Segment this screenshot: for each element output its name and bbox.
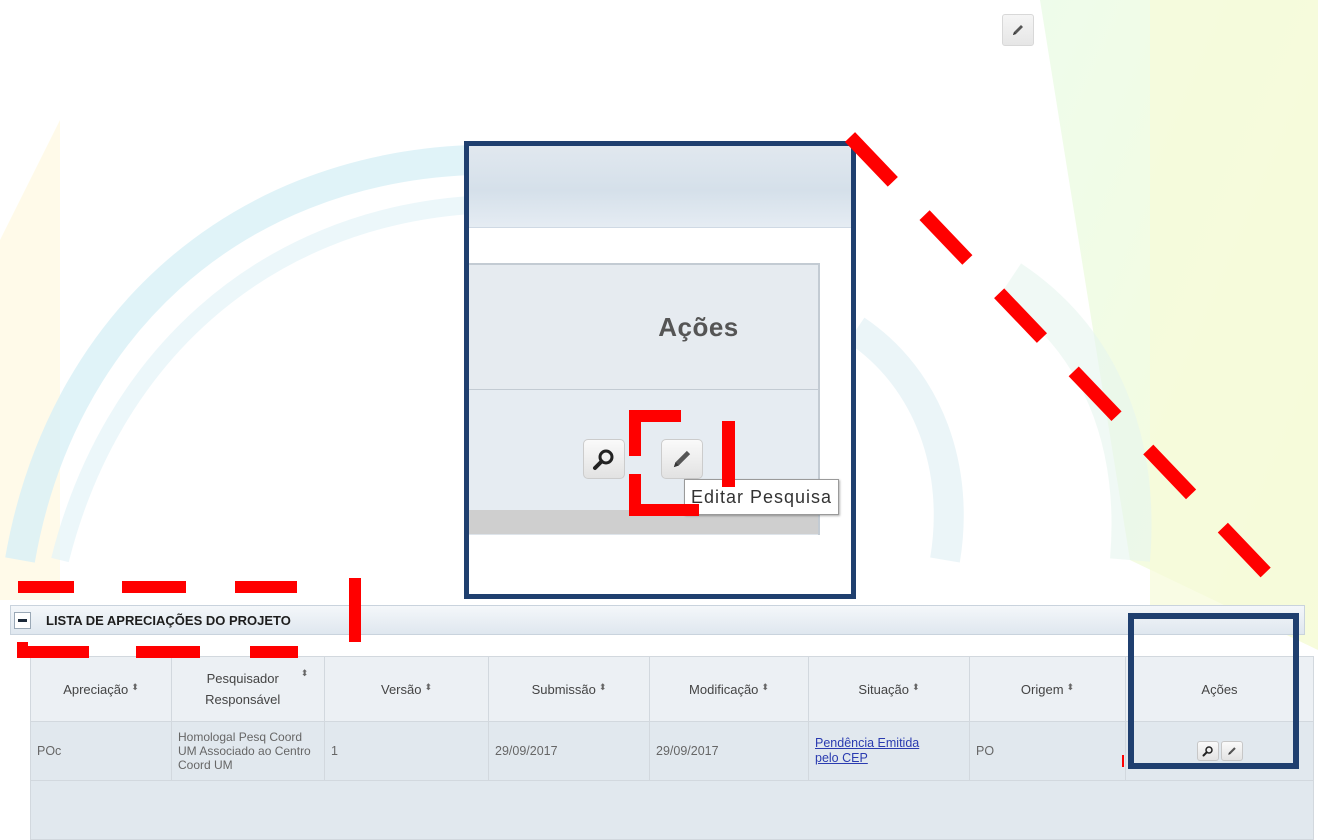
view-button[interactable]	[1196, 741, 1219, 761]
appraisals-panel: LISTA DE APRECIAÇÕES DO PROJETO Apreciaç…	[10, 605, 1314, 840]
cell-situacao: Pendência Emitida pelo CEP	[808, 721, 970, 781]
col-label: Versão	[380, 681, 422, 697]
table-header-row: Apreciação ⬍ Pesquisador Responsável⬍ Ver…	[30, 656, 1314, 722]
pencil-icon	[1013, 25, 1023, 35]
magnifier-icon	[593, 449, 614, 470]
sort-icon: ⬍	[300, 668, 309, 678]
sort-icon: ⬍	[1066, 681, 1075, 692]
panel-title: LISTA DE APRECIAÇÕES DO PROJETO	[46, 612, 291, 628]
magnifier-icon	[1202, 746, 1213, 757]
col-apreciacao[interactable]: Apreciação ⬍	[30, 656, 172, 722]
top-edit-button[interactable]	[1002, 14, 1034, 46]
zoom-header-bar	[469, 146, 851, 228]
zoom-inset: Ações Editar Pesquisa	[464, 141, 856, 599]
table-row: POc Homologal Pesq Coord UM Associado ao…	[30, 721, 1314, 781]
edit-tooltip: Editar Pesquisa	[684, 479, 840, 515]
table-footer-cell	[30, 780, 1314, 840]
col-situacao[interactable]: Situação ⬍	[808, 656, 970, 722]
pencil-icon	[673, 450, 691, 468]
zoom-actions-header: Ações	[469, 265, 818, 390]
zoom-actions-label: Ações	[658, 311, 739, 342]
cell-submissao: 29/09/2017	[488, 721, 650, 781]
cell-acoes	[1125, 721, 1314, 781]
sort-icon: ⬍	[761, 681, 769, 692]
sort-icon: ⬍	[131, 681, 139, 692]
cell-pesquisador: Homologal Pesq Coord UM Associado ao Cen…	[171, 721, 325, 781]
col-label: Apreciação	[63, 681, 129, 697]
appraisals-table: Apreciação ⬍ Pesquisador Responsável⬍ Ver…	[30, 656, 1314, 840]
col-label: Submissão	[531, 681, 596, 697]
col-label: Situação	[858, 681, 910, 697]
col-label: Pesquisador Responsável	[205, 671, 281, 707]
col-origem[interactable]: Origem ⬍	[969, 656, 1126, 722]
sort-icon: ⬍	[424, 681, 433, 692]
table-footer-row	[30, 780, 1314, 840]
collapse-button[interactable]	[14, 611, 31, 629]
cell-modificacao: 29/09/2017	[649, 721, 809, 781]
edit-button[interactable]	[1220, 741, 1243, 761]
cell-versao: 1	[324, 721, 489, 781]
col-acoes: Ações	[1125, 656, 1314, 722]
col-modificacao[interactable]: Modificação ⬍	[649, 656, 809, 722]
situacao-link[interactable]: Pendência Emitida pelo CEP	[815, 736, 945, 766]
col-pesquisador[interactable]: Pesquisador Responsável ⬍	[171, 656, 325, 722]
zoom-view-button[interactable]	[583, 439, 625, 479]
cell-origem: PO	[969, 721, 1126, 781]
col-submissao[interactable]: Submissão ⬍	[488, 656, 650, 722]
pesquisador-text: Homologal Pesq Coord UM Associado ao Cen…	[178, 730, 311, 772]
col-label: Ações	[1201, 681, 1238, 697]
sort-icon: ⬍	[912, 681, 920, 692]
col-versao[interactable]: Versão ⬍	[324, 656, 489, 722]
minus-icon	[18, 618, 27, 622]
col-label: Origem	[1020, 681, 1064, 697]
zoom-edit-button[interactable]	[661, 439, 703, 479]
sort-icon: ⬍	[598, 681, 607, 692]
col-label: Modificação	[689, 681, 759, 697]
panel-header: LISTA DE APRECIAÇÕES DO PROJETO	[10, 605, 1305, 635]
row-actions	[1196, 741, 1243, 761]
cell-apreciacao: POc	[30, 721, 172, 781]
pencil-icon	[1227, 747, 1236, 755]
